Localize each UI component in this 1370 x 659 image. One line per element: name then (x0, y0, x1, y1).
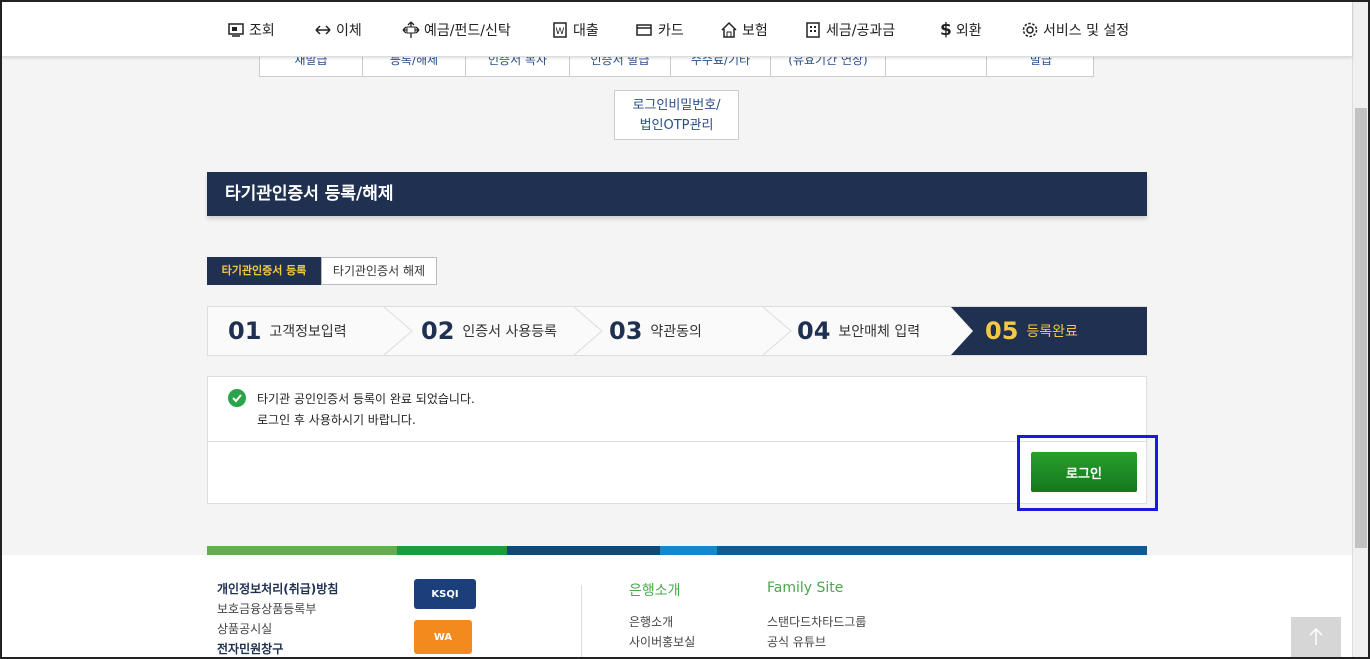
footer-color-band (207, 546, 1147, 555)
subtab-copy[interactable]: 인증서 복사 (466, 57, 570, 76)
otp-tab-line2: 법인OTP관리 (639, 118, 714, 133)
building-icon (806, 22, 820, 38)
footer-link[interactable]: 스탠다드차타드그룹 (767, 613, 866, 630)
footer-link[interactable]: 사이버홍보실 (629, 633, 695, 650)
transfer-arrows-icon (315, 25, 331, 35)
nav-label: 외환 (955, 23, 982, 39)
gear-icon (1022, 22, 1038, 38)
dollar-icon: $ (940, 20, 952, 40)
footer-link[interactable]: 상품공시실 (217, 620, 272, 637)
nav-item-inquiry[interactable]: 조회 (227, 20, 275, 40)
scroll-to-top-button[interactable] (1291, 617, 1341, 657)
nav-label: 조회 (249, 23, 275, 39)
vertical-scrollbar[interactable] (1352, 2, 1368, 657)
step-label: 인증서 사용등록 (462, 324, 558, 340)
nav-label: 서비스 및 설정 (1043, 23, 1130, 39)
subtab-issue[interactable]: 인증서 발급 (570, 57, 671, 76)
subtab-register[interactable]: 등록/해제 (363, 57, 466, 76)
footer-link[interactable]: 공식 유튜브 (767, 633, 826, 650)
step-label: 등록완료 (1026, 324, 1078, 340)
message-line-1: 타기관 공인인증서 등록이 완료 되었습니다. (257, 392, 475, 406)
footer-complaint-link[interactable]: 전자민원창구 (217, 640, 283, 657)
otp-tab-line1: 로그인비밀번호/ (632, 98, 721, 113)
nav-label: 대출 (573, 23, 599, 39)
step-arrow (951, 307, 973, 355)
nav-label: 예금/펀드/신탁 (424, 23, 511, 39)
house-icon (721, 21, 737, 38)
completion-message-box: 타기관 공인인증서 등록이 완료 되었습니다. 로그인 후 사용하시기 바랍니다… (207, 376, 1147, 504)
step-number: 03 (609, 317, 643, 345)
subtab-extend[interactable]: (유효기간 연장) (771, 57, 886, 76)
page-title: 타기관인증서 등록/해제 (207, 172, 1147, 216)
nav-item-tax[interactable]: 세금/공과금 (804, 20, 895, 40)
step-number: 01 (228, 317, 262, 345)
sub-tabs: 재발급 등록/해제 인증서 복사 인증서 발급 수수료/기타 (유효기간 연장)… (259, 57, 1094, 77)
nav-item-loan[interactable]: W 대출 (551, 20, 599, 40)
won-document-icon: W (553, 22, 567, 38)
login-button[interactable]: 로그인 (1031, 452, 1137, 492)
step-5-current: 05 등록완료 (985, 307, 1078, 355)
message-line-2: 로그인 후 사용하시기 바랍니다. (257, 413, 416, 427)
nav-label: 보험 (742, 23, 768, 39)
top-navigation: 조회 이체 예금/펀드/신탁 W 대출 카드 보험 세금/공과금 $ 외환 서비… (2, 2, 1352, 57)
nav-item-card[interactable]: 카드 (636, 20, 684, 40)
wa-label: WA (433, 631, 453, 643)
nav-label: 이체 (336, 23, 362, 39)
card-icon (636, 24, 652, 36)
ksqi-label: KSQI (431, 588, 459, 600)
message-area: 타기관 공인인증서 등록이 완료 되었습니다. 로그인 후 사용하시기 바랍니다… (208, 377, 1146, 442)
footer-col2-title: Family Site (767, 580, 844, 596)
step-number: 04 (797, 317, 831, 345)
monitor-icon (228, 23, 244, 37)
tab-unregister[interactable]: 타기관인증서 해제 (321, 257, 437, 285)
nav-item-exchange[interactable]: $ 외환 (940, 20, 982, 40)
footer-privacy-link[interactable]: 개인정보처리(취급)방침 (217, 580, 338, 597)
wa-badge: WA (414, 620, 472, 654)
footer-link[interactable]: 보호금융상품등록부 (217, 600, 316, 617)
tab-register[interactable]: 타기관인증서 등록 (207, 257, 321, 285)
scroll-thumb[interactable] (1355, 108, 1367, 548)
svg-text:W: W (556, 27, 565, 37)
check-circle-icon (228, 389, 246, 407)
ksqi-badge: KSQI (414, 579, 476, 609)
subtab-reissue[interactable]: 재발급 (260, 57, 363, 76)
nav-item-insurance[interactable]: 보험 (720, 20, 768, 40)
footer-col1-title: 은행소개 (629, 583, 681, 599)
step-label: 고객정보입력 (269, 324, 347, 340)
subtab-otp-management[interactable]: 로그인비밀번호/ 법인OTP관리 (614, 90, 739, 140)
step-4: 04 보안매체 입력 (797, 307, 920, 355)
subtab-blank[interactable] (886, 57, 987, 76)
step-label: 보안매체 입력 (838, 324, 921, 340)
nav-item-transfer[interactable]: 이체 (314, 20, 362, 40)
step-number: 02 (421, 317, 455, 345)
footer-divider (581, 585, 582, 657)
subtab-issue-2[interactable]: 발급 (987, 57, 1093, 76)
arrow-up-icon (1309, 627, 1323, 645)
nav-item-deposit[interactable]: 예금/펀드/신탁 (402, 20, 511, 40)
cross-arrows-icon (402, 21, 420, 38)
step-progress: 01 고객정보입력 02 인증서 사용등록 03 약관동의 04 보안매체 입력… (207, 306, 1147, 356)
step-number: 05 (985, 317, 1019, 345)
nav-item-service-settings[interactable]: 서비스 및 설정 (1021, 20, 1129, 40)
step-label: 약관동의 (650, 324, 702, 340)
step-2: 02 인증서 사용등록 (421, 307, 557, 355)
subtab-fee[interactable]: 수수료/기타 (671, 57, 771, 76)
step-3: 03 약관동의 (609, 307, 702, 355)
nav-label: 카드 (658, 23, 684, 39)
footer-link[interactable]: 은행소개 (629, 613, 673, 630)
step-1: 01 고객정보입력 (228, 307, 347, 355)
nav-label: 세금/공과금 (826, 23, 896, 39)
